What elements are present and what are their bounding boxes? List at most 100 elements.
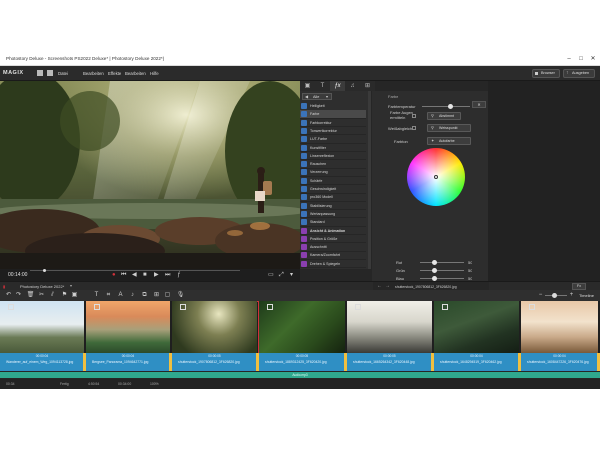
auto-checkbox[interactable] <box>412 114 416 118</box>
auto-button[interactable]: ⚲ Abstimmt <box>427 112 461 120</box>
timeline-clip[interactable]: 00:00:04 shutterstock_1608447226_3F620476… <box>521 301 600 371</box>
nav-back-icon[interactable]: ← <box>377 283 382 289</box>
save-icon[interactable] <box>47 70 53 76</box>
color-slider-knob[interactable] <box>432 268 437 273</box>
fx-tab-icon[interactable]: ƒx <box>330 81 345 91</box>
undo-icon[interactable]: ↶ <box>4 291 13 300</box>
prev-frame-icon[interactable]: ◀ <box>132 271 137 279</box>
effect-item[interactable]: pro360 Modell <box>300 193 366 202</box>
effect-item[interactable]: Linsenreflexion <box>300 152 366 161</box>
clip-checkbox[interactable] <box>355 304 361 310</box>
menu-bearbeiten-2[interactable]: Bearbeiten <box>125 71 146 76</box>
redo-icon[interactable]: ↷ <box>14 291 23 300</box>
nav-forward-icon[interactable]: → <box>385 283 390 289</box>
fx-badge-button[interactable]: Fx <box>572 283 586 290</box>
effect-item[interactable]: Stabilisierung <box>300 202 366 211</box>
menu-hilfe[interactable]: Hilfe <box>150 71 159 76</box>
menu-bearbeiten[interactable]: Bearbeiten <box>83 71 104 76</box>
auto-color-button[interactable]: ✦ Autofarbe <box>427 137 471 145</box>
effect-item[interactable]: Verzerrung <box>300 168 366 177</box>
effect-item[interactable]: Wertanpassung <box>300 210 366 219</box>
temperature-slider[interactable] <box>422 106 470 107</box>
color-wheel[interactable] <box>407 148 465 206</box>
music-tab-icon[interactable]: ♫ <box>345 81 360 91</box>
effect-item[interactable]: Neigung & Form <box>300 268 366 269</box>
effect-item[interactable]: Rauschen <box>300 160 366 169</box>
frame-icon[interactable]: ▢ <box>163 291 172 300</box>
maximize-button[interactable]: □ <box>576 55 586 63</box>
text-icon[interactable]: A <box>116 291 125 300</box>
layout-icon[interactable]: ⊞ <box>152 291 161 300</box>
effect-item[interactable]: Standard <box>300 218 366 227</box>
cut-icon[interactable]: ✂ <box>37 291 46 300</box>
effect-item[interactable]: Ausschnitt <box>300 243 366 252</box>
effects-filter-select[interactable]: ◀ Alle ▾ <box>302 93 332 100</box>
record-icon[interactable]: ● <box>112 271 116 279</box>
scrub-handle[interactable] <box>43 269 46 272</box>
clip-checkbox[interactable] <box>442 304 448 310</box>
marker-icon[interactable]: ⚑ <box>60 291 69 300</box>
zoom-out-icon[interactable]: − <box>536 291 545 300</box>
white-balance-checkbox[interactable] <box>412 126 416 130</box>
record-voice-icon[interactable]: 🎙 <box>176 291 185 300</box>
transition-icon[interactable]: ⧉ <box>140 291 149 300</box>
menu-datei[interactable]: Datei <box>58 71 68 76</box>
crop-icon[interactable]: ⌗ <box>104 291 113 300</box>
clip-checkbox[interactable] <box>529 304 535 310</box>
menu-effekte[interactable]: Effekte <box>108 71 121 76</box>
effect-item[interactable]: Geschwindigkeit <box>300 185 366 194</box>
effects-scrollbar[interactable] <box>368 91 371 269</box>
title-tab-icon[interactable]: T <box>315 81 330 91</box>
clip-checkbox[interactable] <box>180 304 186 310</box>
color-slider[interactable] <box>420 270 464 271</box>
timeline-clip[interactable]: 00:00:04 shutterstock_1648294519_3F620462… <box>434 301 521 371</box>
clip-checkbox[interactable] <box>267 304 273 310</box>
effect-item[interactable]: Position & Größe <box>300 235 366 244</box>
clip-checkbox[interactable] <box>94 304 100 310</box>
project-dropdown-icon[interactable]: ▾ <box>70 283 72 288</box>
clip-checkbox[interactable] <box>8 304 14 310</box>
timeline-clip[interactable]: 00:00:05 shutterstock_1907806812_3F626820… <box>172 301 259 371</box>
fx-icon[interactable]: ƒ <box>177 271 180 279</box>
skip-back-icon[interactable]: ⏮ <box>121 271 126 279</box>
timeline-clip[interactable]: 00:00:05 shutterstock_1665264342_3F620448… <box>347 301 434 371</box>
split-icon[interactable]: ⫽ <box>48 291 57 300</box>
zoom-in-icon[interactable]: + <box>567 291 576 300</box>
effect-item[interactable]: Helligkeit <box>300 102 366 111</box>
play-icon[interactable]: ▶ <box>154 271 159 279</box>
photo-icon[interactable]: ▣ <box>70 291 79 300</box>
effect-item[interactable]: Drehen & Spiegeln <box>300 260 366 269</box>
effect-item[interactable]: Tonwertkorrektur <box>300 127 366 136</box>
audio-track[interactable]: Audio.mp3 <box>0 372 600 378</box>
white-point-button[interactable]: ⚲ Weisspunkt <box>427 124 471 132</box>
effect-item[interactable]: Kunstfilter <box>300 144 366 153</box>
color-wheel-handle[interactable] <box>434 175 438 179</box>
browser-button[interactable]: Browser <box>532 69 560 78</box>
template-tab-icon[interactable]: ⊞ <box>360 81 375 91</box>
temperature-slider-knob[interactable] <box>448 104 453 109</box>
fullscreen-icon[interactable]: ⤢ <box>279 271 284 279</box>
color-slider[interactable] <box>420 262 464 263</box>
next-frame-icon[interactable]: ⏭ <box>165 271 170 279</box>
effect-item[interactable]: LUT-Farbe <box>300 135 366 144</box>
color-slider-knob[interactable] <box>432 260 437 265</box>
timeline-clip[interactable]: 00:00:04 Wanderer_auf_einem_Weg_109411372… <box>0 301 86 371</box>
color-slider[interactable] <box>420 278 464 279</box>
effect-item[interactable]: Farbkorrektur <box>300 119 366 128</box>
timeline-clip[interactable]: 00:00:04 Bergsee_Panorama_1094642771.jpg <box>86 301 172 371</box>
music-icon[interactable]: ♪ <box>128 291 137 300</box>
timeline-mode-label[interactable]: Timeline <box>579 293 594 298</box>
effect-item[interactable]: Kamera/Zoomfahrt <box>300 251 366 260</box>
effect-item[interactable]: Farbe <box>300 110 366 119</box>
reset-icon[interactable]: ✕ <box>472 101 486 108</box>
back-arrow-icon[interactable]: ◀ <box>305 94 308 99</box>
media-tab-icon[interactable]: ▣ <box>300 81 315 91</box>
folder-icon[interactable] <box>37 70 43 76</box>
effect-item[interactable]: Ansicht & Animation <box>300 227 366 236</box>
screen-icon[interactable]: ▭ <box>268 271 274 279</box>
more-icon[interactable]: ▾ <box>290 271 293 279</box>
close-button[interactable]: ✕ <box>588 55 598 63</box>
stop-icon[interactable]: ■ <box>143 271 147 279</box>
delete-icon[interactable]: 🗑 <box>26 291 35 300</box>
video-preview[interactable] <box>0 81 300 269</box>
